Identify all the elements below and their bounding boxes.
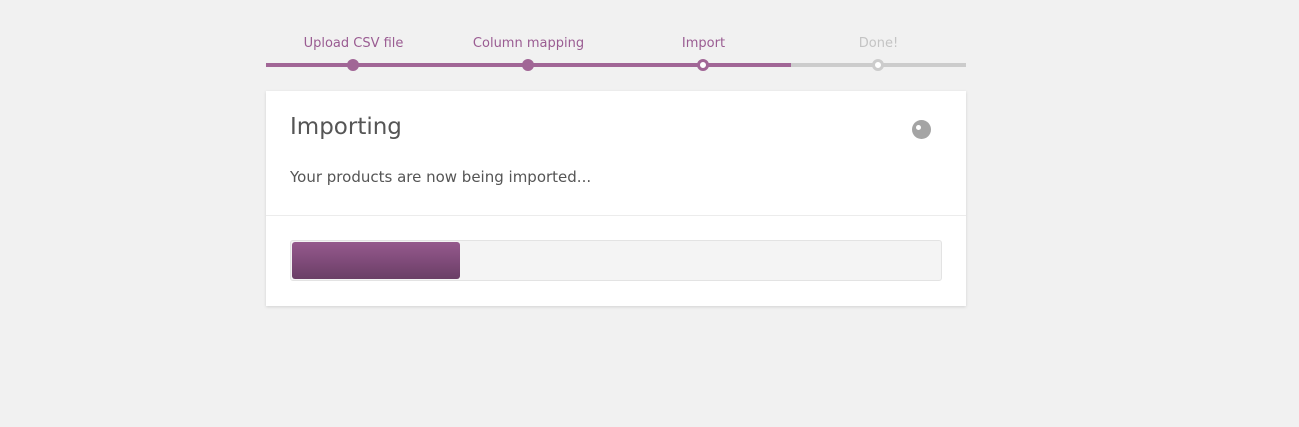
step-label: Done! xyxy=(858,36,899,51)
step-done: Done! xyxy=(791,0,966,71)
spinner-icon xyxy=(912,120,931,139)
importer-wrapper: Upload CSV file Column mapping Import Do… xyxy=(266,0,966,306)
step-dot xyxy=(697,59,709,71)
step-label: Column mapping xyxy=(472,36,585,51)
progress-steps: Upload CSV file Column mapping Import Do… xyxy=(266,0,966,71)
progress-fill xyxy=(292,242,460,279)
import-card: Importing Your products are now being im… xyxy=(266,91,966,306)
step-upload-csv: Upload CSV file xyxy=(266,0,441,71)
page-title: Importing xyxy=(290,114,402,140)
step-dot xyxy=(872,59,884,71)
import-progress-bar xyxy=(290,240,942,281)
step-label: Import xyxy=(681,36,726,51)
step-label: Upload CSV file xyxy=(303,36,404,51)
step-import: Import xyxy=(616,0,791,71)
card-header: Importing Your products are now being im… xyxy=(266,91,966,216)
step-dot xyxy=(522,59,534,71)
step-dot xyxy=(347,59,359,71)
import-description: Your products are now being imported... xyxy=(290,168,592,186)
step-column-mapping: Column mapping xyxy=(441,0,616,71)
